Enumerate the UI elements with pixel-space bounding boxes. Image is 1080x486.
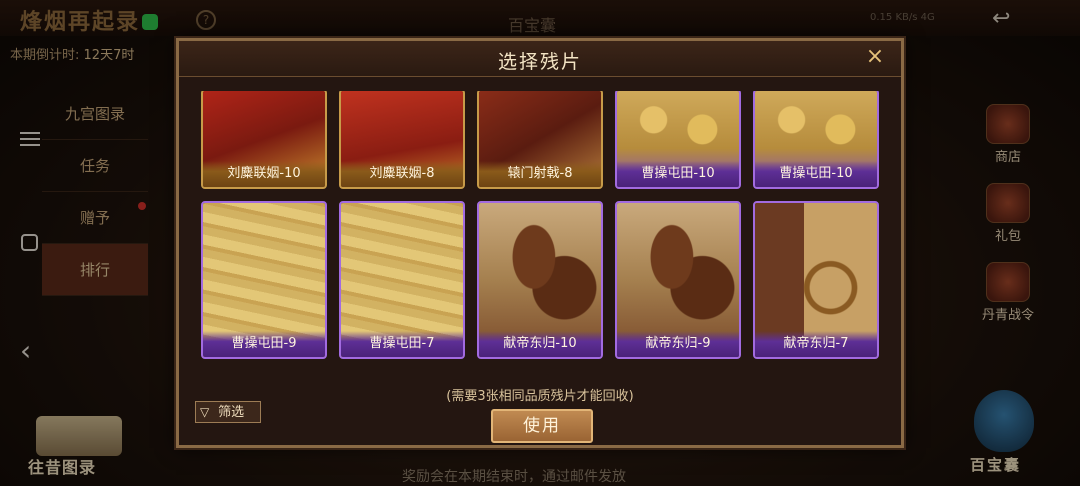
fragment-card[interactable]: 献帝东归-10 <box>477 201 603 359</box>
filter-button[interactable]: ▽ 筛选 <box>195 401 261 423</box>
funnel-icon: ▽ <box>200 405 210 419</box>
use-button[interactable]: 使用 <box>491 409 593 443</box>
fragment-card[interactable]: 曹操屯田-7 <box>339 201 465 359</box>
fragment-label: 曹操屯田-9 <box>203 331 325 357</box>
fragment-label: 献帝东归-7 <box>755 331 877 357</box>
dialog-title: 选择残片 <box>497 51 582 73</box>
select-fragment-dialog: 选择残片 × 刘麋联姻-10 刘麋联姻-8 辕门射戟-8 曹操屯田-10 曹操屯田-10… <box>176 38 904 448</box>
fragment-label: 刘麋联姻-10 <box>203 161 325 187</box>
fragment-card[interactable]: 献帝东归-7 <box>753 201 879 359</box>
fragment-card[interactable]: 曹操屯田-10 <box>615 91 741 189</box>
close-button[interactable]: × <box>863 45 887 69</box>
fragment-label: 曹操屯田-10 <box>755 161 877 187</box>
dialog-header: 选择残片 × <box>179 41 901 77</box>
fragment-label: 献帝东归-9 <box>617 331 739 357</box>
fragment-label: 刘麋联姻-8 <box>341 161 463 187</box>
fragment-label: 献帝东归-10 <box>479 331 601 357</box>
fragment-label: 曹操屯田-10 <box>617 161 739 187</box>
fragment-card[interactable]: 曹操屯田-9 <box>201 201 327 359</box>
fragment-label: 辕门射戟-8 <box>479 161 601 187</box>
fragment-grid: 刘麋联姻-10 刘麋联姻-8 辕门射戟-8 曹操屯田-10 曹操屯田-10 曹操屯田-9 曹… <box>201 91 887 367</box>
recycle-notice: (需要3张相同品质残片才能回收) <box>446 389 634 404</box>
fragment-label: 曹操屯田-7 <box>341 331 463 357</box>
fragment-card[interactable]: 曹操屯田-10 <box>753 91 879 189</box>
fragment-card[interactable]: 辕门射戟-8 <box>477 91 603 189</box>
fragment-card[interactable]: 刘麋联姻-8 <box>339 91 465 189</box>
fragment-card[interactable]: 刘麋联姻-10 <box>201 91 327 189</box>
filter-label: 筛选 <box>218 405 245 420</box>
fragment-card[interactable]: 献帝东归-9 <box>615 201 741 359</box>
